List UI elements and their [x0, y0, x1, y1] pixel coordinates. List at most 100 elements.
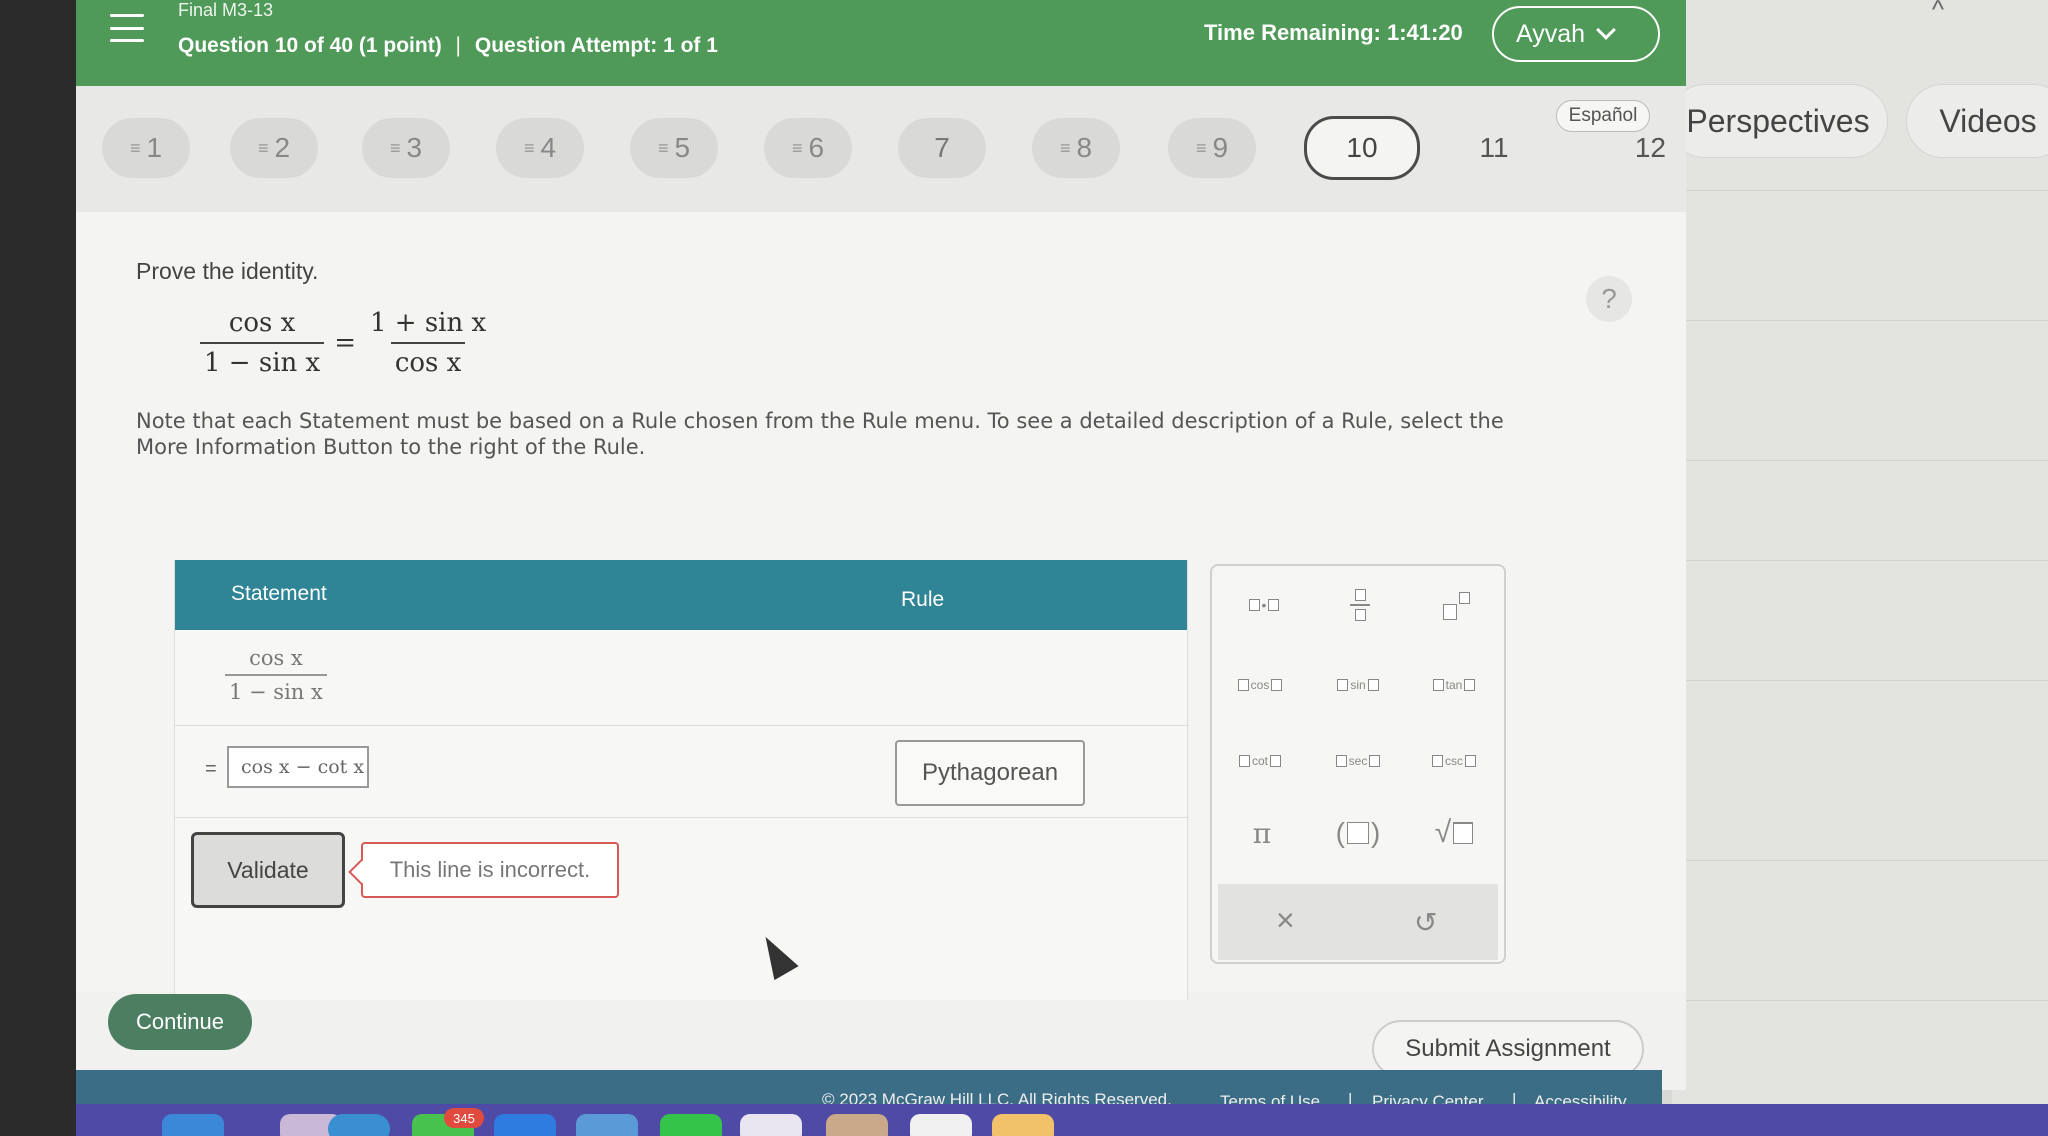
parentheses-template-button[interactable]: () [1322, 806, 1394, 860]
tab-videos[interactable]: Videos [1906, 84, 2048, 158]
sin-template-button[interactable]: sin [1322, 658, 1394, 712]
question-number: 1 [146, 132, 163, 163]
instructions-note: Note that each Statement must be based o… [136, 409, 1504, 459]
question-nav-9[interactable]: ≡ 9 [1168, 118, 1256, 178]
attempt-counter: Question Attempt: 1 of 1 [474, 34, 718, 57]
tab-perspectives[interactable]: Perspectives [1668, 84, 1888, 158]
multiply-template-button[interactable]: • [1228, 578, 1300, 632]
user-name: Ayvah [1516, 19, 1586, 48]
sec-template-button[interactable]: sec [1322, 734, 1394, 788]
proof-row-statement: = cos x − cot x Pythagorean [175, 726, 1189, 818]
undo-icon[interactable]: ↺ [1414, 906, 1437, 939]
question-number: 5 [674, 132, 691, 163]
reminders-icon[interactable] [910, 1114, 972, 1136]
question-nav-7[interactable]: 7 [898, 118, 986, 178]
start-numerator: cos x [249, 646, 303, 670]
safari-icon[interactable] [328, 1114, 390, 1136]
answered-icon: ≡ [1059, 137, 1071, 158]
start-denominator: 1 − sin x [225, 674, 327, 704]
cos-template-button[interactable]: cos [1224, 658, 1296, 712]
notes-icon[interactable] [826, 1114, 888, 1136]
side-panel [1672, 0, 2048, 1136]
question-number: 11 [1479, 132, 1509, 163]
mail-icon[interactable] [494, 1114, 556, 1136]
question-navigation: ≡ 1 ≡ 2 ≡ 3 ≡ 4 ≡ 5 ≡ 6 7 ≡ 8 ≡ 9 10 11 12 Españ… [76, 86, 1686, 212]
lhs-numerator: cos x [228, 308, 296, 338]
collapse-caret-icon[interactable]: ^ [1920, 0, 1956, 22]
answered-icon: ≡ [129, 137, 141, 158]
continue-button[interactable]: Continue [108, 994, 252, 1050]
rhs-denominator: cos x [390, 342, 466, 378]
facetime-icon[interactable] [660, 1114, 722, 1136]
math-palette: • cos sin tan cot sec csc π () √ × ↺ [1210, 564, 1506, 964]
finder-icon[interactable] [162, 1114, 224, 1136]
proof-table: Statement Rule cos x 1 − sin x = cos x −… [174, 560, 1189, 1000]
maps-icon[interactable] [576, 1114, 638, 1136]
lhs-fraction: cos x 1 − sin x [200, 308, 325, 378]
rhs-numerator: 1 + sin x [369, 308, 487, 338]
answered-icon: ≡ [1195, 137, 1207, 158]
pi-button[interactable]: π [1226, 806, 1298, 860]
time-remaining: Time Remaining: 1:41:20 [1204, 20, 1463, 45]
exponent-template-button[interactable] [1420, 578, 1492, 632]
start-expression: cos x 1 − sin x [225, 646, 327, 704]
os-dock: 345 [76, 1104, 2048, 1136]
help-icon[interactable]: ? [1586, 276, 1632, 322]
proof-row-start: cos x 1 − sin x [175, 630, 1189, 726]
question-nav-5[interactable]: ≡ 5 [630, 118, 718, 178]
question-prompt: Prove the identity. [136, 258, 319, 284]
question-number: 4 [540, 132, 557, 163]
top-bar: Final M3-13 Question 10 of 40 (1 point) … [76, 0, 1686, 86]
hamburger-menu-icon[interactable] [110, 14, 144, 42]
palette-actions: × ↺ [1218, 884, 1498, 960]
question-number: 10 [1346, 132, 1378, 163]
question-nav-1[interactable]: ≡ 1 [102, 118, 190, 178]
question-nav-8[interactable]: ≡ 8 [1032, 118, 1120, 178]
language-toggle-button[interactable]: Español [1556, 100, 1650, 132]
rule-select-button[interactable]: Pythagorean [895, 740, 1085, 806]
sec-label: sec [1348, 754, 1368, 768]
question-nav-6[interactable]: ≡ 6 [764, 118, 852, 178]
messages-badge: 345 [444, 1108, 484, 1128]
question-nav-4[interactable]: ≡ 4 [496, 118, 584, 178]
csc-label: csc [1445, 754, 1463, 768]
user-menu-button[interactable]: Ayvah [1492, 6, 1660, 62]
question-info: Question 10 of 40 (1 point) | Question A… [178, 34, 718, 58]
answered-icon: ≡ [523, 137, 535, 158]
answered-icon: ≡ [657, 137, 669, 158]
question-nav-10[interactable]: 10 [1304, 116, 1420, 180]
calendar-icon[interactable] [740, 1114, 802, 1136]
question-number: 3 [406, 132, 423, 163]
clear-icon[interactable]: × [1276, 902, 1295, 939]
answered-icon: ≡ [257, 137, 269, 158]
question-number: 9 [1212, 132, 1229, 163]
header-separator: | [455, 34, 462, 57]
statement-input[interactable]: cos x − cot x [227, 746, 369, 788]
fraction-template-button[interactable] [1324, 578, 1396, 632]
question-number: 8 [1076, 132, 1093, 163]
csc-template-button[interactable]: csc [1418, 734, 1490, 788]
question-nav-11[interactable]: 11 [1450, 118, 1538, 178]
question-nav-3[interactable]: ≡ 3 [362, 118, 450, 178]
assignment-app: Final M3-13 Question 10 of 40 (1 point) … [76, 0, 1686, 1090]
square-root-template-button[interactable]: √ [1418, 806, 1490, 860]
identity-equation: cos x 1 − sin x = 1 + sin x cos x [200, 308, 490, 378]
lhs-denominator: 1 − sin x [200, 342, 325, 378]
chevron-down-icon [1596, 20, 1616, 40]
tan-template-button[interactable]: tan [1418, 658, 1490, 712]
question-counter: Question 10 of 40 (1 point) [178, 34, 442, 57]
answered-icon: ≡ [389, 137, 401, 158]
question-number: 7 [934, 132, 950, 163]
validate-button[interactable]: Validate [191, 832, 345, 908]
screen-bezel [0, 0, 76, 1136]
cot-template-button[interactable]: cot [1224, 734, 1296, 788]
statement-column-header: Statement [231, 582, 327, 605]
assignment-title: Final M3-13 [178, 0, 274, 20]
rhs-fraction: 1 + sin x cos x [366, 308, 490, 378]
identity-equals: = [334, 328, 356, 358]
proof-table-header: Statement Rule [175, 560, 1187, 630]
question-number: 2 [274, 132, 291, 163]
app-icon[interactable] [992, 1114, 1054, 1136]
question-number: 6 [808, 132, 825, 163]
question-nav-2[interactable]: ≡ 2 [230, 118, 318, 178]
